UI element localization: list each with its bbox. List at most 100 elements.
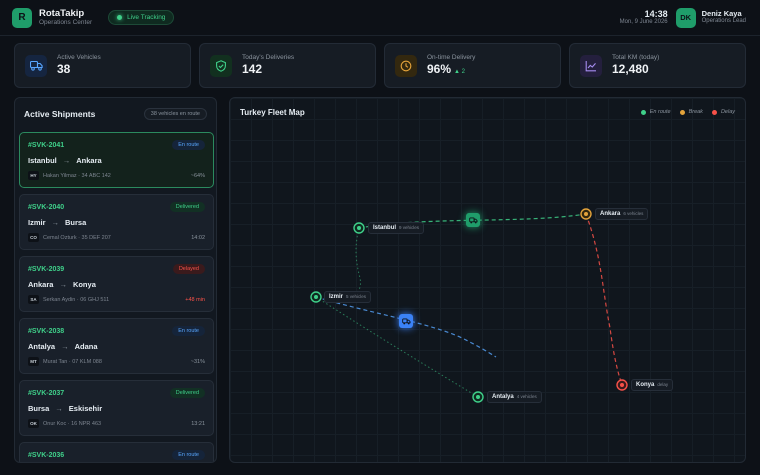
shipment-card[interactable]: #SVK-2041 En route Istanbul → Ankara HY Haka… — [19, 132, 214, 188]
stat-card-active-vehicles[interactable]: Active Vehicles 38 — [14, 43, 191, 88]
city-name: Ankara — [600, 211, 621, 217]
user-info[interactable]: Deniz Kaya Operations Lead — [702, 9, 746, 25]
route-origin: Bursa — [28, 404, 50, 413]
stat-delta: ▲ 2 — [454, 69, 465, 76]
shipment-progress: ~64% — [190, 172, 205, 179]
live-tracking-pill[interactable]: Live Tracking — [108, 10, 175, 25]
check-shield-icon — [210, 54, 232, 77]
driver-info: Serkan Aydin · 06 GHJ 511 — [43, 296, 110, 303]
stat-card-on-time[interactable]: On-time Delivery 96% ▲ 2 — [384, 43, 561, 88]
shipment-card[interactable]: #SVK-2040 Delivered Izmir → Bursa CO Cemal O… — [19, 194, 214, 250]
arrow-right-icon: → — [51, 218, 60, 227]
route-istanbul-izmir — [349, 227, 361, 299]
route-ankara-konya — [585, 213, 623, 386]
city-count: 6 vehicles — [623, 211, 644, 216]
route-destination: Konya — [72, 280, 96, 289]
city-label-konya[interactable]: Konya delay — [631, 379, 674, 391]
shipment-progress: ~31% — [190, 358, 205, 365]
truck-icon — [25, 54, 47, 77]
truck-icon — [468, 217, 478, 224]
shipment-card[interactable]: #SVK-2036 En route — [19, 442, 214, 462]
status-badge: Delivered — [169, 202, 205, 212]
shipment-card[interactable]: #SVK-2039 Delayed Ankara → Konya SA Serkan A… — [19, 256, 214, 312]
truck-icon — [401, 318, 411, 325]
route-destination: Bursa — [65, 218, 87, 227]
avatar[interactable]: DK — [675, 7, 696, 28]
stat-number: 96% — [427, 62, 452, 77]
live-tracking-label: Live Tracking — [127, 14, 166, 21]
stat-card-total-km[interactable]: Total KM (today) 12,480 — [569, 43, 746, 88]
city-label-izmir[interactable]: Izmir 5 vehicles — [324, 291, 372, 303]
city-name: Antalya — [492, 394, 514, 400]
stat-label: On-time Delivery — [427, 53, 476, 61]
top-bar: R RotaTakip Operations Center Live Track… — [0, 0, 760, 36]
shipment-card[interactable]: #SVK-2037 Delivered Bursa → Eskisehir OK Onu… — [19, 380, 214, 436]
city-count: 9 vehicles — [399, 225, 420, 230]
status-badge: Delayed — [172, 264, 205, 274]
arrow-right-icon: → — [62, 156, 71, 165]
delivery-time: 13:21 — [191, 420, 205, 427]
city-name: Konya — [636, 382, 655, 388]
stat-label: Total KM (today) — [612, 53, 660, 61]
driver-info: Cemal Ozturk · 35 DEF 207 — [43, 234, 111, 241]
route-origin: Izmir — [28, 218, 46, 227]
delivery-time: 14:02 — [191, 234, 205, 241]
route-destination: Ankara — [76, 156, 102, 165]
shipment-id: #SVK-2039 — [28, 265, 65, 273]
live-indicator-icon — [117, 15, 123, 20]
city-label-antalya[interactable]: Antalya 4 vehicles — [487, 391, 542, 403]
clock-icon — [395, 54, 417, 77]
shipment-id: #SVK-2038 — [28, 327, 65, 335]
city-label-istanbul[interactable]: Istanbul 9 vehicles — [368, 222, 425, 234]
driver-initials: HY — [28, 171, 39, 180]
stat-value: 38 — [57, 62, 71, 77]
status-badge: En route — [172, 326, 205, 336]
vehicle-marker-green[interactable] — [466, 213, 480, 227]
shipment-card[interactable]: #SVK-2038 En route Antalya → Adana MT Murat … — [19, 318, 214, 374]
status-badge: Delivered — [169, 388, 205, 398]
stat-value: 12,480 — [612, 62, 649, 77]
city-label-ankara[interactable]: Ankara 6 vehicles — [595, 208, 649, 220]
stat-card-deliveries[interactable]: Today's Deliveries 142 — [199, 43, 376, 88]
city-name: Izmir — [329, 294, 344, 300]
status-badge: En route — [172, 140, 205, 150]
route-destination: Adana — [74, 342, 98, 351]
user-role: Operations Lead — [701, 18, 746, 25]
header-right: 14:38 Mon, 9 June 2026 DK Deniz Kaya Ope… — [620, 7, 748, 28]
route-lines — [310, 208, 628, 403]
driver-initials: SA — [28, 295, 39, 304]
vehicle-marker-blue[interactable] — [399, 314, 413, 328]
route-origin: Ankara — [28, 280, 54, 289]
route-izmir-antalya — [315, 296, 479, 398]
clock-time: 14:38 — [644, 8, 668, 19]
shipment-id: #SVK-2040 — [28, 203, 65, 211]
driver-initials: OK — [28, 419, 39, 428]
delay-time: +48 min — [185, 296, 205, 303]
shipment-id: #SVK-2041 — [28, 141, 65, 149]
app-logo[interactable]: R — [12, 7, 32, 28]
arrow-right-icon: → — [59, 280, 67, 289]
driver-info: Onur Koc · 16 NPR 463 — [43, 420, 102, 427]
driver-info: Murat Tan · 07 KLM 088 — [43, 358, 102, 365]
app-subtitle: Operations Center — [39, 19, 93, 27]
arrow-right-icon: → — [61, 342, 69, 351]
brand: RotaTakip Operations Center — [39, 8, 93, 27]
vehicle-count-badge: 38 vehicles en route — [143, 108, 207, 120]
status-badge: En route — [172, 450, 205, 460]
active-shipments-panel: Active Shipments 38 vehicles en route #S… — [14, 97, 217, 463]
stat-label: Today's Deliveries — [242, 53, 295, 61]
stat-value: 96% ▲ 2 — [427, 62, 475, 77]
fleet-map-panel[interactable]: Turkey Fleet Map En route Break Delay Is… — [229, 97, 746, 463]
route-origin: Istanbul — [28, 156, 57, 165]
route-origin: Antalya — [28, 342, 56, 351]
city-count: 4 vehicles — [516, 394, 537, 399]
arrow-right-icon: → — [55, 404, 63, 413]
stat-value: 142 — [242, 62, 263, 77]
driver-initials: MT — [28, 357, 39, 366]
driver-info: Hakan Yilmaz · 34 ABC 142 — [43, 172, 111, 179]
stat-label: Active Vehicles — [57, 53, 101, 61]
panel-title: Active Shipments — [24, 109, 96, 119]
city-status: delay — [657, 382, 669, 387]
city-count: 5 vehicles — [346, 294, 367, 299]
driver-initials: CO — [28, 233, 39, 242]
